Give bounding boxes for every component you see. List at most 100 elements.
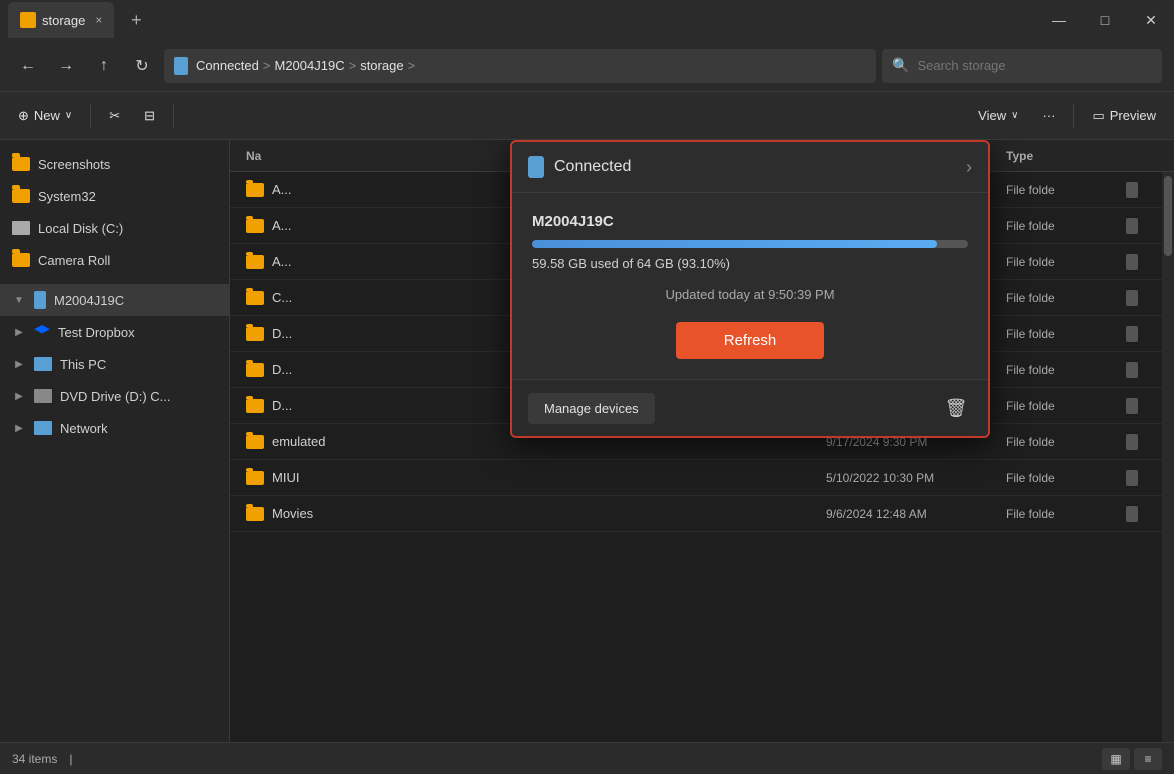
sidebar-item-this-pc[interactable]: ▶ This PC — [0, 348, 229, 380]
file-type: File folde — [1006, 363, 1126, 377]
toolbar-separator — [90, 104, 91, 128]
popup-header-arrow-icon[interactable]: › — [966, 157, 972, 178]
new-label: New — [34, 108, 60, 123]
popup-body: M2004J19C 59.58 GB used of 64 GB (93.10%… — [512, 193, 988, 379]
window-controls: — □ ✕ — [1036, 0, 1174, 40]
breadcrumb-segment1[interactable]: Connected — [196, 58, 259, 73]
search-icon: 🔍 — [892, 57, 909, 74]
file-type: File folde — [1006, 399, 1126, 413]
back-button[interactable]: ← — [12, 50, 44, 82]
content-area: Na Date modified Type A... 11/8/2021 6:3… — [230, 140, 1174, 742]
copy-button[interactable]: ⊟ — [134, 100, 165, 132]
breadcrumb-sep1: > — [263, 58, 271, 73]
file-name: emulated — [272, 434, 325, 449]
preview-button[interactable]: ▭ Preview — [1082, 100, 1166, 132]
grid-view-button[interactable]: ▦ — [1102, 748, 1130, 770]
popup-title: Connected — [554, 158, 956, 176]
expand-arrow-icon: ▶ — [12, 357, 26, 371]
phone-indicator — [1126, 218, 1138, 234]
toolbar-separator3 — [1073, 104, 1074, 128]
expand-arrow-icon: ▶ — [12, 421, 26, 435]
sidebar-item-system32[interactable]: System32 — [0, 180, 229, 212]
sidebar-item-test-dropbox[interactable]: ▶ Test Dropbox — [0, 316, 229, 348]
addressbar: ← → ↑ ↻ Connected > M2004J19C > storage … — [0, 40, 1174, 92]
close-button[interactable]: ✕ — [1128, 0, 1174, 40]
folder-icon — [246, 327, 264, 341]
search-box[interactable]: 🔍 — [882, 49, 1162, 83]
file-type: File folde — [1006, 327, 1126, 341]
preview-label: Preview — [1110, 108, 1156, 123]
sidebar-item-label: Camera Roll — [38, 253, 110, 268]
more-icon: ··· — [1042, 108, 1055, 123]
tab-close-button[interactable]: × — [95, 13, 102, 27]
titlebar: storage × + — □ ✕ — [0, 0, 1174, 40]
popup-header: Connected › — [512, 142, 988, 193]
file-name: D... — [272, 326, 292, 341]
breadcrumb-segment2[interactable]: M2004J19C — [274, 58, 344, 73]
sidebar-item-label: M2004J19C — [54, 293, 124, 308]
sidebar-item-label: This PC — [60, 357, 106, 372]
pc-icon — [34, 357, 52, 371]
sidebar-item-screenshots[interactable]: Screenshots — [0, 148, 229, 180]
updated-text: Updated today at 9:50:39 PM — [532, 287, 968, 302]
more-button[interactable]: ··· — [1032, 100, 1065, 132]
manage-devices-button[interactable]: Manage devices — [528, 393, 655, 424]
table-row[interactable]: MIUI 5/10/2022 10:30 PM File folde — [230, 460, 1174, 496]
cut-button[interactable]: ✂ — [99, 100, 130, 132]
sidebar-item-label: System32 — [38, 189, 96, 204]
folder-icon — [246, 507, 264, 521]
folder-icon — [246, 183, 264, 197]
tab-title: storage — [42, 13, 85, 28]
up-button[interactable]: ↑ — [88, 50, 120, 82]
device-name: M2004J19C — [532, 213, 968, 230]
phone-indicator — [1126, 290, 1138, 306]
phone-indicator — [1126, 506, 1138, 522]
sidebar-item-network[interactable]: ▶ Network — [0, 412, 229, 444]
breadcrumb-segment3[interactable]: storage — [360, 58, 403, 73]
storage-popup[interactable]: Connected › M2004J19C 59.58 GB used of 6… — [510, 140, 990, 438]
storage-bar-fill — [532, 240, 937, 248]
view-button[interactable]: View ∨ — [968, 100, 1028, 132]
new-chevron-icon: ∨ — [65, 110, 72, 121]
search-input[interactable] — [917, 58, 1152, 73]
phone-indicator — [1126, 398, 1138, 414]
folder-icon — [246, 399, 264, 413]
folder-icon — [246, 363, 264, 377]
phone-icon — [34, 291, 46, 309]
view-label: View — [978, 108, 1006, 123]
file-date: 9/6/2024 12:48 AM — [826, 507, 1006, 521]
view-chevron-icon: ∨ — [1011, 110, 1018, 121]
new-tab-button[interactable]: + — [122, 6, 150, 34]
expand-arrow-icon: ▶ — [12, 325, 26, 339]
sidebar-item-local-disk[interactable]: Local Disk (C:) — [0, 212, 229, 244]
active-tab[interactable]: storage × — [8, 2, 114, 38]
maximize-button[interactable]: □ — [1082, 0, 1128, 40]
sidebar-item-camera-roll[interactable]: Camera Roll — [0, 244, 229, 276]
forward-button[interactable]: → — [50, 50, 82, 82]
sidebar-item-m2004j19c[interactable]: ▼ M2004J19C — [0, 284, 229, 316]
file-name: D... — [272, 362, 292, 377]
refresh-button[interactable]: ↻ — [126, 50, 158, 82]
column-type-header[interactable]: Type — [1006, 149, 1126, 163]
list-view-button[interactable]: ≡ — [1134, 748, 1162, 770]
scrollbar-thumb[interactable] — [1164, 176, 1172, 256]
breadcrumb[interactable]: Connected > M2004J19C > storage > — [164, 49, 876, 83]
item-count: 34 items — [12, 752, 57, 766]
new-button[interactable]: ⊕ New ∨ — [8, 100, 82, 132]
phone-indicator — [1126, 182, 1138, 198]
file-name: MIUI — [272, 470, 299, 485]
minimize-button[interactable]: — — [1036, 0, 1082, 40]
sidebar-item-dvd-drive[interactable]: ▶ DVD Drive (D:) C... — [0, 380, 229, 412]
breadcrumb-sep2: > — [349, 58, 357, 73]
network-icon — [34, 421, 52, 435]
folder-icon — [246, 255, 264, 269]
table-row[interactable]: Movies 9/6/2024 12:48 AM File folde — [230, 496, 1174, 532]
folder-icon — [12, 189, 30, 203]
disk-icon — [12, 221, 30, 235]
scrollbar-track[interactable] — [1162, 172, 1174, 742]
refresh-button[interactable]: Refresh — [676, 322, 825, 359]
toolbar: ⊕ New ∨ ✂ ⊟ View ∨ ··· ▭ Preview — [0, 92, 1174, 140]
tab-folder-icon — [20, 12, 36, 28]
delete-icon[interactable]: 🗑 — [940, 392, 972, 424]
sidebar-item-label: Test Dropbox — [58, 325, 135, 340]
